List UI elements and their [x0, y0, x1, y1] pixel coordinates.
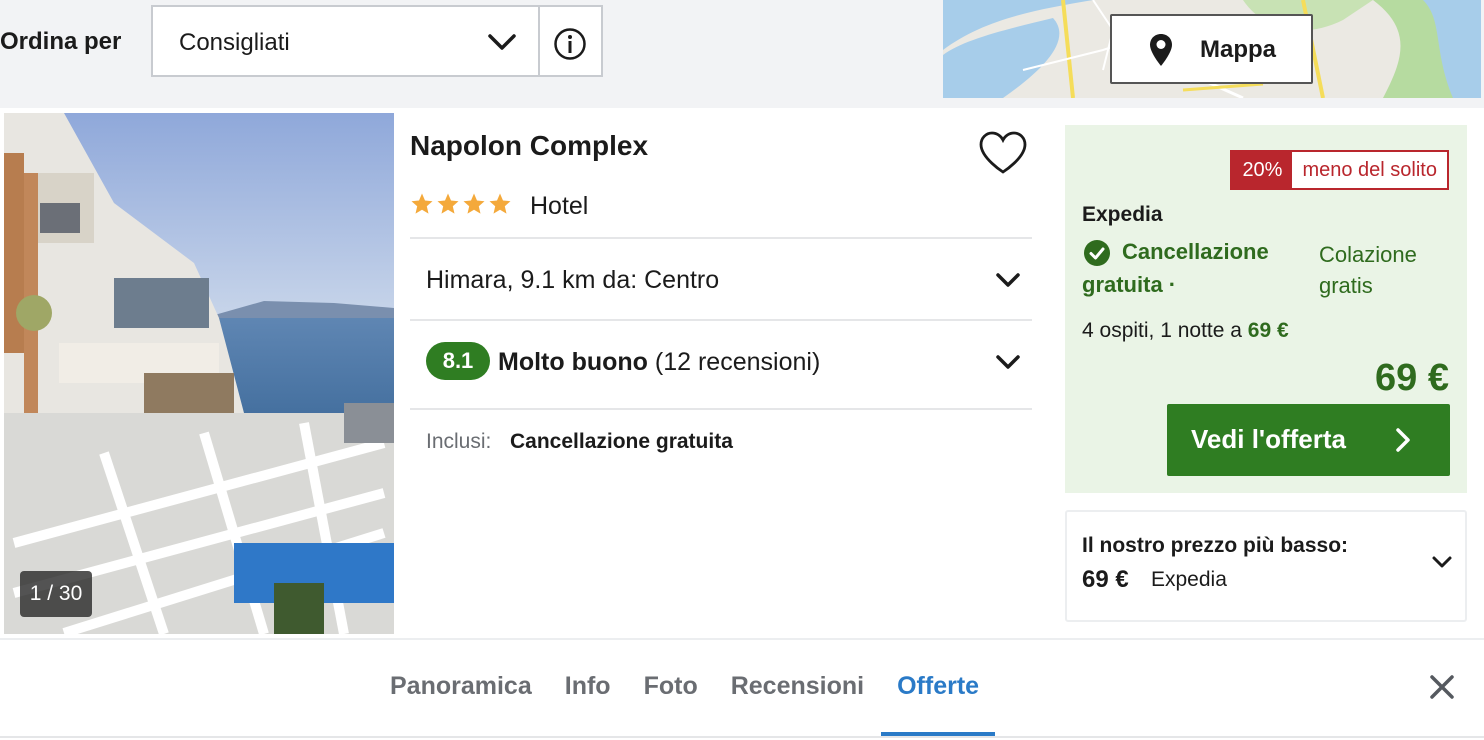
- included-label: Inclusi:: [426, 430, 492, 453]
- sort-select[interactable]: Consigliati: [151, 5, 603, 77]
- sort-divider: [538, 7, 540, 75]
- rating-text: Molto buono (12 recensioni): [498, 348, 820, 377]
- detail-tabs: Panoramica Info Foto Recensioni Offerte: [390, 672, 996, 736]
- guests-summary: 4 ospiti, 1 notte a 69 €: [1082, 319, 1289, 343]
- view-offer-button[interactable]: Vedi l'offerta: [1167, 404, 1450, 476]
- divider: [0, 736, 1484, 738]
- chevron-right-icon: [1396, 428, 1410, 452]
- guests-text: 4 ospiti, 1 notte a: [1082, 319, 1248, 342]
- discount-text: meno del solito: [1302, 159, 1437, 181]
- star-icon: [463, 193, 485, 214]
- guests-price: 69 €: [1247, 319, 1289, 342]
- free-cancellation-line2: gratuita ·: [1082, 272, 1177, 297]
- divider: [410, 408, 1032, 410]
- tab-recensioni[interactable]: Recensioni: [731, 672, 864, 736]
- chevron-down-icon: [1432, 556, 1452, 568]
- discount-percent: 20%: [1232, 152, 1293, 188]
- photo-counter: 1 / 30: [20, 571, 92, 617]
- chevron-down-icon: [996, 355, 1020, 369]
- deal-box[interactable]: 20% meno del solito Expedia Cancellazion…: [1065, 125, 1467, 493]
- sort-label: Ordina per: [0, 28, 122, 55]
- divider: [0, 638, 1484, 640]
- hotel-photo[interactable]: 1 / 30: [4, 113, 394, 634]
- divider: [410, 319, 1032, 321]
- rating-label: Molto buono: [498, 348, 648, 376]
- chevron-down-icon: [488, 34, 516, 50]
- info-icon[interactable]: [553, 27, 587, 61]
- tab-info[interactable]: Info: [565, 672, 611, 736]
- location-text: Himara, 9.1 km da: Centro: [426, 266, 720, 294]
- lowest-price-provider: Expedia: [1151, 568, 1227, 591]
- sort-selected-value: Consigliati: [179, 29, 290, 56]
- free-cancellation-line1: Cancellazione: [1122, 239, 1269, 264]
- tab-offerte[interactable]: Offerte: [881, 672, 996, 736]
- check-circle-icon: [1084, 240, 1110, 266]
- lowest-price-value: 69 €: [1082, 566, 1129, 593]
- hotel-card: 1 / 30 Napolon Complex Hotel Himara, 9.1…: [0, 108, 1484, 740]
- heart-icon[interactable]: [978, 130, 1028, 176]
- map-preview[interactable]: Mappa: [943, 0, 1481, 98]
- sort-bar: Ordina per Consigliati Mappa: [0, 0, 1484, 106]
- divider: [410, 237, 1032, 239]
- lowest-price-label: Il nostro prezzo più basso:: [1082, 534, 1349, 557]
- star-icon: [489, 193, 511, 214]
- chevron-down-icon: [996, 273, 1020, 287]
- rating-badge: 8.1: [426, 342, 490, 380]
- location-pin-icon: [1150, 34, 1172, 66]
- tab-panoramica[interactable]: Panoramica: [390, 672, 532, 736]
- star-icon: [437, 193, 459, 214]
- view-offer-label: Vedi l'offerta: [1191, 424, 1346, 454]
- star-rating: [410, 192, 512, 222]
- lowest-price-box[interactable]: Il nostro prezzo più basso: 69 € Expedia: [1065, 510, 1467, 622]
- included-value: Cancellazione gratuita: [510, 430, 733, 453]
- breakfast-included: Colazione gratis: [1319, 242, 1417, 298]
- map-button-label: Mappa: [1200, 36, 1277, 63]
- close-icon[interactable]: [1428, 673, 1456, 701]
- deal-provider: Expedia: [1082, 203, 1163, 226]
- hotel-name[interactable]: Napolon Complex: [410, 130, 648, 162]
- star-icon: [411, 193, 433, 214]
- discount-badge: 20% meno del solito: [1230, 150, 1449, 190]
- map-button[interactable]: Mappa: [1110, 14, 1313, 84]
- hotel-type: Hotel: [530, 192, 589, 220]
- review-count: (12 recensioni): [654, 348, 821, 376]
- deal-price: 69 €: [1375, 357, 1449, 399]
- tab-foto[interactable]: Foto: [644, 672, 698, 736]
- hotel-photo-image: [4, 113, 394, 634]
